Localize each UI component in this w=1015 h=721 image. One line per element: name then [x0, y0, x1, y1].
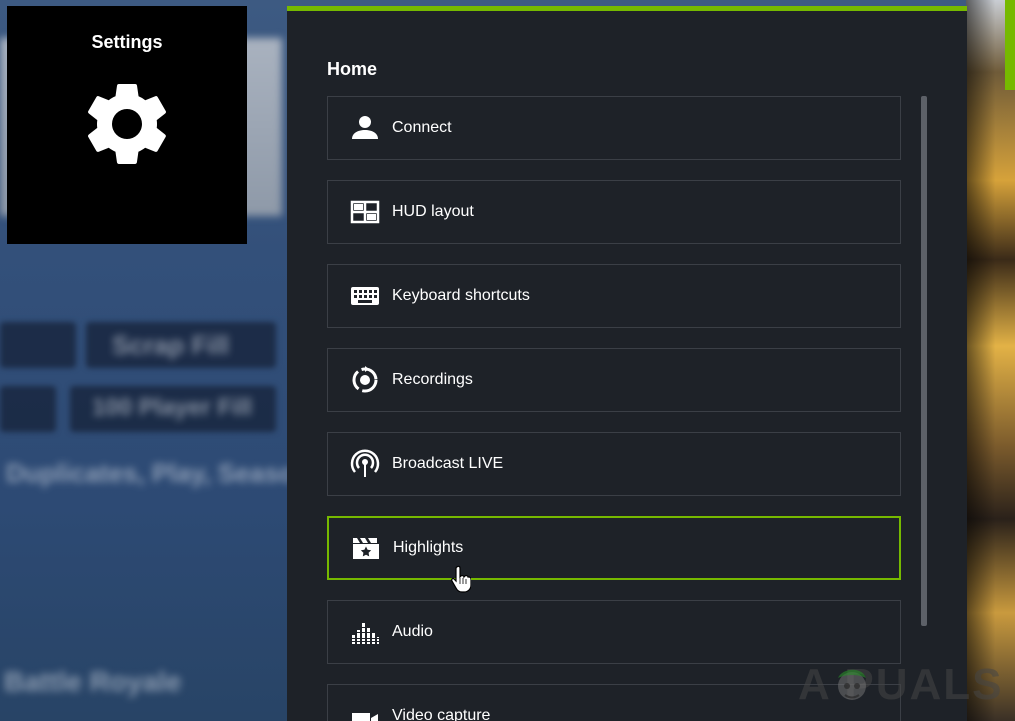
menu-item-label: HUD layout [392, 203, 474, 220]
audio-equalizer-icon [328, 601, 392, 663]
settings-title: Settings [91, 32, 163, 52]
menu-item-recordings[interactable]: Recordings [327, 348, 901, 412]
clapperboard-star-icon [329, 518, 393, 578]
home-panel: Home Connect HUD layout Keyboard shortcu… [287, 6, 967, 721]
menu-item-hud-layout[interactable]: HUD layout [327, 180, 901, 244]
background-pill [0, 386, 56, 432]
watermark-mascot-icon [838, 669, 866, 700]
background-word: 100 Player Fill [92, 394, 253, 421]
background-word: Battle Royale [4, 666, 182, 697]
background-character-shade [966, 0, 1015, 721]
menu-item-label: Highlights [393, 539, 464, 556]
menu-item-label: Connect [392, 119, 452, 136]
background-word: Scrap Fill [112, 330, 230, 360]
video-camera-icon [328, 685, 392, 721]
background-word: Duplicates, Play, Season [6, 458, 311, 488]
gear-icon [88, 83, 166, 164]
menu-item-broadcast-live[interactable]: Broadcast LIVE [327, 432, 901, 496]
hud-layout-icon [328, 181, 392, 243]
background-pill [0, 322, 76, 368]
scrollbar[interactable] [921, 96, 927, 626]
watermark-text: A PUALS [798, 660, 1004, 709]
keyboard-icon [328, 265, 392, 327]
menu-item-label: Video capture [392, 707, 491, 721]
menu-item-label: Keyboard shortcuts [392, 287, 530, 304]
menu-item-label: Broadcast LIVE [392, 455, 504, 472]
page-title: Home [327, 59, 378, 79]
broadcast-icon [328, 433, 392, 495]
menu-item-audio[interactable]: Audio [327, 600, 901, 664]
person-icon [328, 97, 392, 159]
settings-tile[interactable]: Settings [7, 6, 247, 244]
watermark: A PUALS [798, 660, 1013, 720]
recordings-icon [328, 349, 392, 411]
menu-item-keyboard-shortcuts[interactable]: Keyboard shortcuts [327, 264, 901, 328]
background-accent-strip [1005, 0, 1015, 90]
menu-item-label: Audio [392, 623, 433, 640]
menu-item-label: Recordings [392, 371, 473, 388]
hand-cursor-icon [451, 565, 471, 593]
menu-item-connect[interactable]: Connect [327, 96, 901, 160]
menu-item-highlights[interactable]: Highlights [327, 516, 901, 580]
